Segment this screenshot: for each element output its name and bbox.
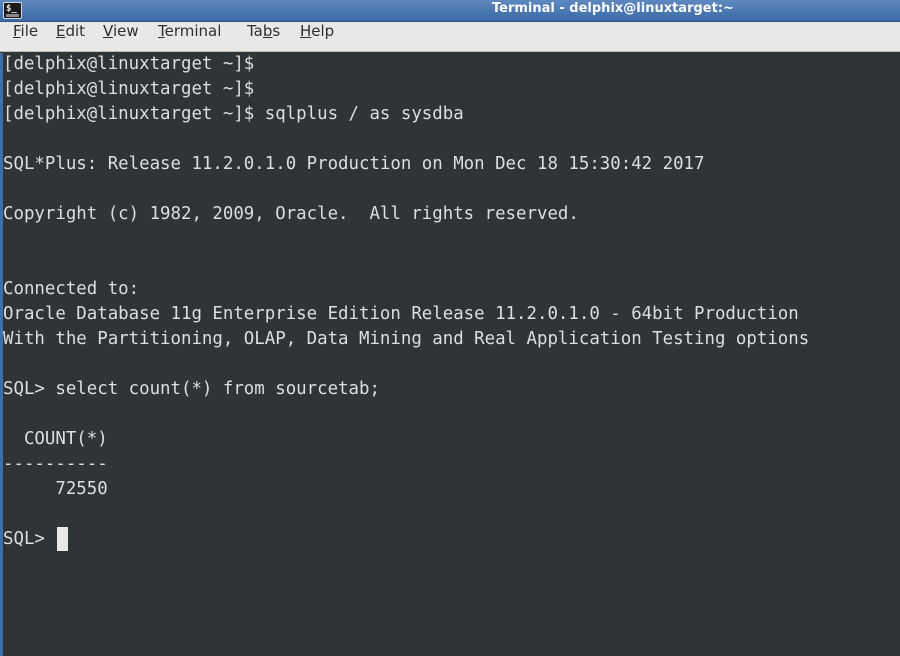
terminal-line: Connected to:	[3, 279, 140, 299]
menu-edit[interactable]: Edit	[54, 22, 87, 52]
window-title: Terminal - delphix@linuxtarget:~	[492, 1, 734, 16]
menu-file[interactable]: File	[11, 22, 40, 52]
terminal-prompt-line: SQL>	[3, 529, 56, 549]
terminal-line: [delphix@linuxtarget ~]$	[3, 79, 255, 99]
menu-bar: File Edit View Terminal Tabs Help	[0, 22, 900, 52]
terminal-line: COUNT(*)	[3, 429, 108, 449]
terminal-line: SQL> select count(*) from sourcetab;	[3, 379, 380, 399]
terminal-window: $_ Terminal - delphix@linuxtarget:~ File…	[0, 0, 900, 656]
menu-terminal[interactable]: Terminal	[156, 22, 223, 52]
terminal-line: [delphix@linuxtarget ~]$ sqlplus / as sy…	[3, 104, 464, 124]
terminal-line: With the Partitioning, OLAP, Data Mining…	[3, 329, 810, 349]
menu-tabs[interactable]: Tabs	[245, 22, 282, 52]
terminal-line: Oracle Database 11g Enterprise Edition R…	[3, 304, 799, 324]
terminal-output[interactable]	[0, 53, 900, 656]
menu-help[interactable]: Help	[298, 22, 336, 52]
terminal-line: Copyright (c) 1982, 2009, Oracle. All ri…	[3, 204, 579, 224]
terminal-line: [delphix@linuxtarget ~]$	[3, 54, 255, 74]
terminal-line: ----------	[3, 454, 108, 474]
terminal-line: 72550	[3, 479, 108, 499]
menu-view[interactable]: View	[101, 22, 141, 52]
title-bar[interactable]: $_ Terminal - delphix@linuxtarget:~	[0, 0, 900, 22]
text-cursor	[57, 527, 68, 551]
window-border	[0, 53, 3, 656]
terminal-icon[interactable]: $_	[3, 2, 22, 19]
terminal-line: SQL*Plus: Release 11.2.0.1.0 Production …	[3, 154, 705, 174]
